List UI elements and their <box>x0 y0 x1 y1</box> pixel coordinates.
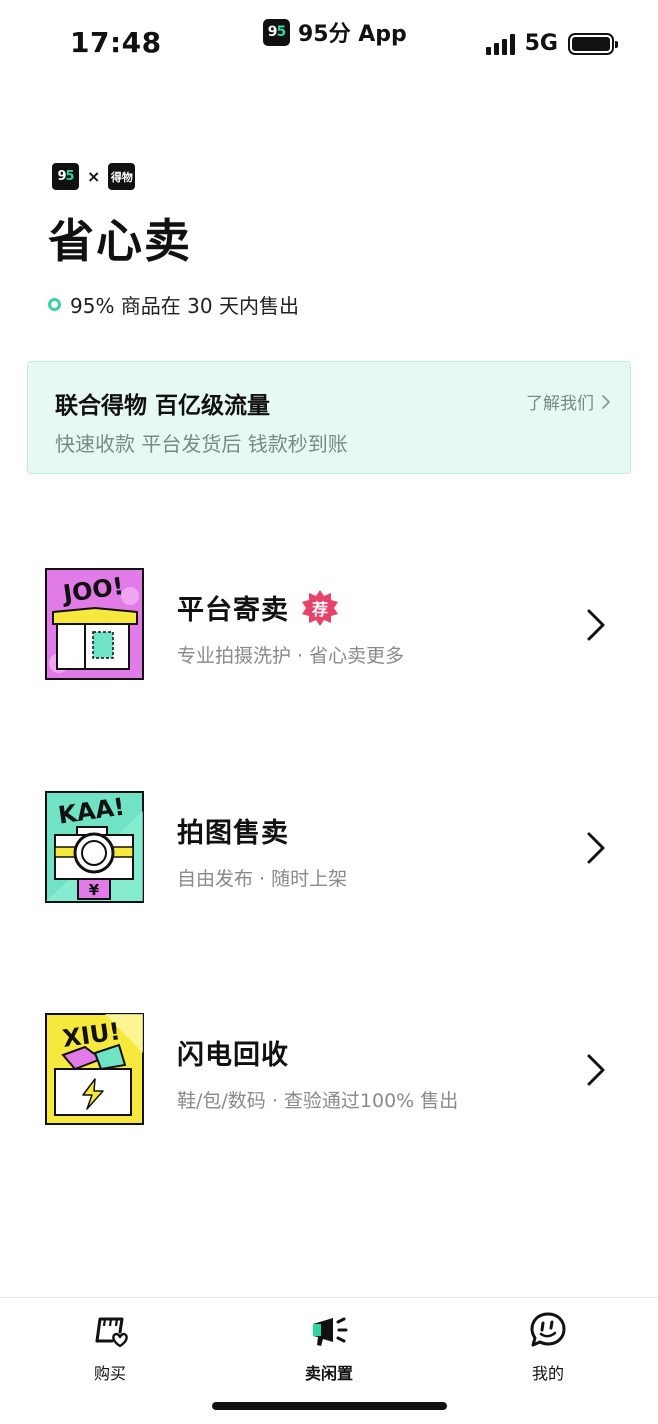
status-app-name: 95分 App <box>298 22 407 47</box>
option-title: 平台寄卖 <box>177 595 289 626</box>
option-subtitle: 自由发布 · 随时上架 <box>177 868 348 890</box>
chevron-right-icon <box>587 832 605 864</box>
brand-logos: 95 × 得物 <box>52 163 136 190</box>
logo-95-icon: 95 <box>52 163 79 190</box>
page-title: 省心卖 <box>48 214 192 268</box>
tab-mine[interactable]: 我的 <box>488 1310 608 1390</box>
banner-title: 联合得物 百亿级流量 <box>55 393 271 419</box>
brand-cross: × <box>87 167 101 186</box>
status-indicators: 5G <box>485 31 618 56</box>
app-icon: 95 <box>263 18 290 46</box>
sell-stat-text: 95% 商品在 30 天内售出 <box>70 294 299 318</box>
status-time: 17:48 <box>70 26 162 59</box>
tab-buy[interactable]: 购买 <box>50 1310 170 1390</box>
ring-dot-icon <box>48 298 61 311</box>
option-subtitle: 专业拍摄洗护 · 省心卖更多 <box>177 645 405 667</box>
megaphone-icon <box>313 1317 348 1346</box>
signal-icon <box>485 33 515 55</box>
recommended-badge: 荐 <box>301 589 339 627</box>
status-app-indicator: 95 95分 App <box>263 16 407 48</box>
tab-label: 我的 <box>531 1364 564 1383</box>
option-subtitle: 鞋/包/数码 · 查验通过100% 售出 <box>177 1090 459 1112</box>
logo-dewu-icon: 得物 <box>108 163 136 190</box>
status-bar: 17:48 95 95分 App 5G <box>0 0 658 90</box>
bag-lightning-illustration-icon: XIU! <box>45 1013 144 1125</box>
svg-text:¥: ¥ <box>89 881 100 899</box>
chevron-right-icon <box>602 394 610 409</box>
network-type: 5G <box>524 31 558 56</box>
chevron-right-icon <box>587 1054 605 1086</box>
banner-subtitle: 快速收款 平台发货后 钱款秒到账 <box>55 432 348 456</box>
option-title: 拍图售卖 <box>177 818 289 849</box>
partner-banner: 联合得物 百亿级流量 快速收款 平台发货后 钱款秒到账 了解我们 <box>27 361 631 474</box>
learn-more-link[interactable]: 了解我们 <box>526 389 612 414</box>
chevron-right-icon <box>587 609 605 641</box>
tab-label: 卖闲置 <box>304 1364 353 1383</box>
option-consignment[interactable]: JOO! 平台寄卖 荐 专业拍摄洗护 · 省心卖更多 <box>0 568 658 688</box>
learn-more-label: 了解我们 <box>526 394 594 414</box>
battery-icon <box>568 32 618 55</box>
camera-illustration-icon: ¥ KAA! <box>45 791 144 903</box>
option-photo-sell[interactable]: ¥ KAA! 拍图售卖 自由发布 · 随时上架 <box>0 791 658 911</box>
shop-heart-icon <box>95 1317 128 1348</box>
option-flash-recycle[interactable]: XIU! 闪电回收 鞋/包/数码 · 查验通过100% 售出 <box>0 1013 658 1133</box>
sell-stat: 95% 商品在 30 天内售出 <box>48 290 299 319</box>
option-title: 闪电回收 <box>177 1040 289 1071</box>
chat-face-icon <box>530 1312 566 1347</box>
consignment-illustration-icon: JOO! <box>45 568 144 680</box>
home-indicator <box>212 1402 447 1410</box>
tab-sell-idle[interactable]: 卖闲置 <box>269 1310 389 1390</box>
tab-label: 购买 <box>93 1364 126 1383</box>
